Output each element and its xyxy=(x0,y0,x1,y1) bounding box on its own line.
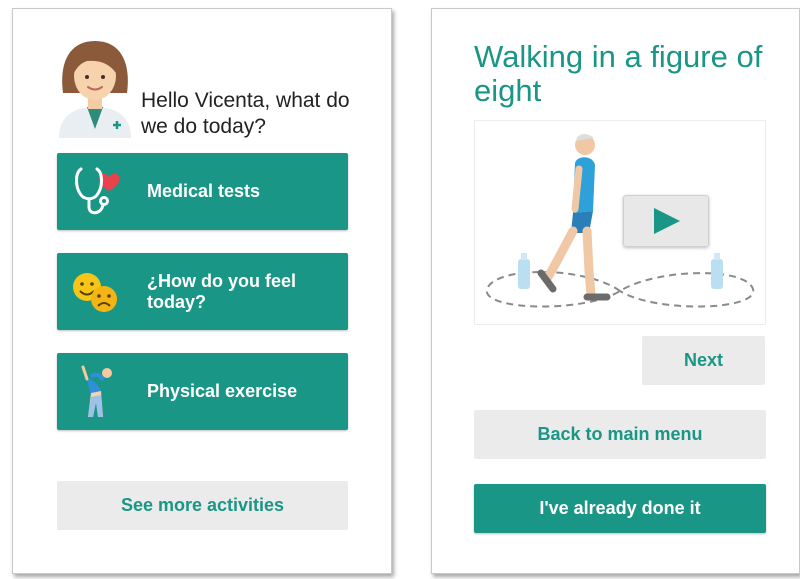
back-to-main-menu-button[interactable]: Back to main menu xyxy=(474,410,766,459)
figure-eight-illustration xyxy=(485,134,755,308)
exercise-screen: Walking in a figure of eight Next Back t… xyxy=(431,8,800,574)
exercise-video[interactable] xyxy=(474,120,766,325)
play-icon xyxy=(654,208,680,234)
exercise-title: Walking in a figure of eight xyxy=(474,39,763,108)
physical-exercise-button[interactable]: Physical exercise xyxy=(57,353,348,430)
medical-tests-button[interactable]: Medical tests xyxy=(57,153,348,230)
happy-sad-faces-icon xyxy=(57,253,127,330)
walking-man-icon xyxy=(537,134,611,301)
home-screen: Hello Vicenta, what do we do today? Medi… xyxy=(12,8,392,574)
how-do-you-feel-label: ¿How do you feel today? xyxy=(147,270,297,312)
how-do-you-feel-button[interactable]: ¿How do you feel today? xyxy=(57,253,348,330)
already-done-button[interactable]: I've already done it xyxy=(474,484,766,533)
play-button[interactable] xyxy=(623,195,709,247)
see-more-activities-button[interactable]: See more activities xyxy=(57,481,348,530)
greeting-row: Hello Vicenta, what do we do today? xyxy=(55,33,355,143)
stretching-person-icon xyxy=(57,353,127,430)
physical-exercise-label: Physical exercise xyxy=(147,381,298,401)
next-button[interactable]: Next xyxy=(642,336,765,385)
doctor-avatar-icon xyxy=(59,41,131,138)
medical-tests-label: Medical tests xyxy=(147,181,261,201)
water-bottle-left-icon xyxy=(518,253,530,289)
stethoscope-heart-icon xyxy=(57,153,127,230)
greeting-text: Hello Vicenta, what do we do today? xyxy=(141,89,350,138)
water-bottle-right-icon xyxy=(711,253,723,289)
